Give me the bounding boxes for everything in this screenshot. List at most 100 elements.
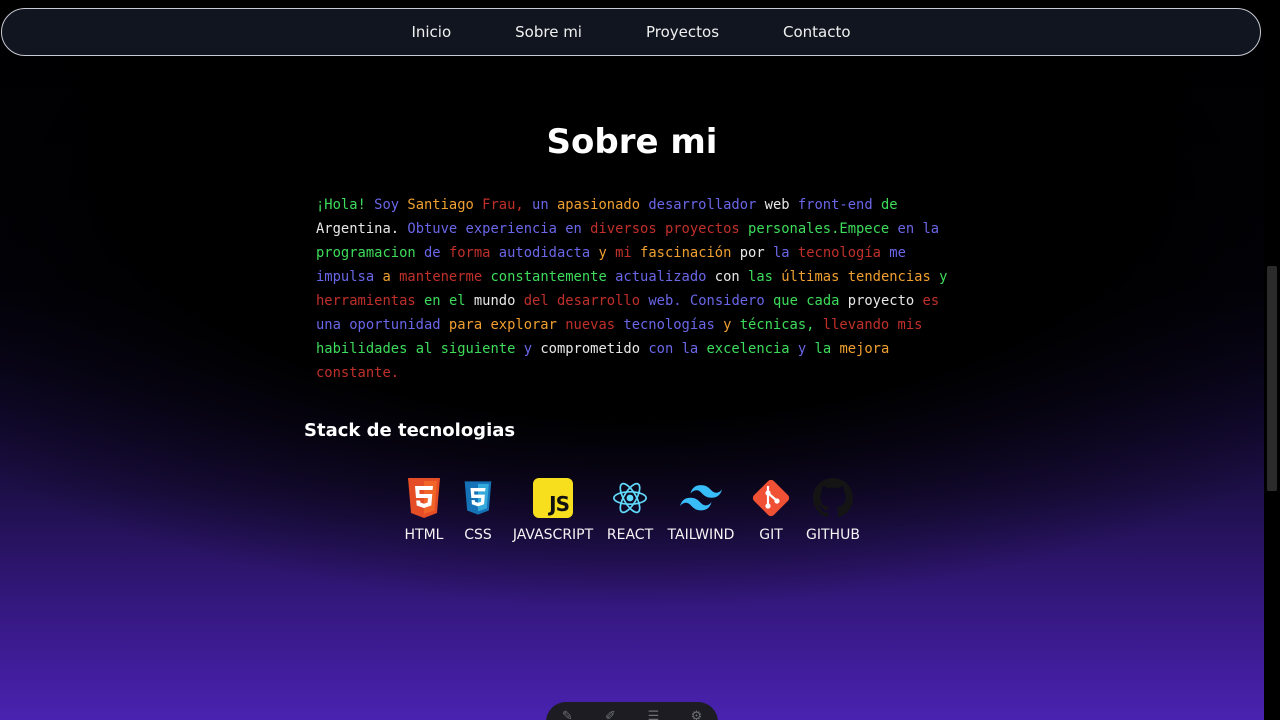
html5-icon [403, 477, 445, 519]
bio-word: proyectos [664, 221, 740, 237]
bio-word: Considero [689, 293, 765, 309]
nav-link-contacto[interactable]: Contacto [783, 23, 851, 41]
bio-word: el [448, 293, 466, 309]
tech-item-react[interactable]: REACT [607, 477, 653, 543]
bio-word: la [681, 341, 699, 357]
bio-word: diversos [590, 221, 657, 237]
bio-word: comprometido [540, 341, 641, 357]
stack-title: Stack de tecnologias [304, 420, 516, 441]
bio-word: y [797, 341, 807, 357]
gear-icon[interactable]: ⚙ [687, 710, 707, 720]
bio-word: siguiente [440, 341, 516, 357]
tech-item-javascript[interactable]: JS JAVASCRIPT [511, 477, 595, 543]
bio-word: fascinación [640, 245, 732, 261]
react-icon [609, 477, 651, 519]
bio-word: la [922, 221, 940, 237]
tech-label-react: REACT [606, 527, 654, 543]
bio-word: al [415, 341, 433, 357]
bio-word: con [648, 341, 674, 357]
tech-item-git[interactable]: GIT [749, 477, 793, 543]
bio-word: llevando [822, 317, 890, 333]
bio-word: constante. [316, 365, 400, 381]
scrollbar-thumb[interactable] [1267, 266, 1277, 491]
bio-word: nuevas [565, 317, 616, 333]
tech-item-html[interactable]: HTML [403, 477, 445, 543]
bio-word: con [714, 269, 740, 285]
bio-word: mundo [473, 293, 516, 309]
bio-word: herramientas [316, 293, 416, 309]
bio-word: en [565, 221, 582, 237]
brush-icon[interactable]: ✐ [601, 710, 621, 720]
tech-label-github: GITHUB [806, 527, 860, 543]
bio-paragraph: ¡Hola! Soy Santiago Frau, un apasionado … [316, 193, 956, 385]
bio-word: las [748, 269, 773, 285]
bio-word: la [814, 341, 832, 357]
bio-word: una [316, 317, 341, 333]
bio-word: tendencias [847, 269, 931, 285]
nav-link-inicio[interactable]: Inicio [411, 23, 451, 41]
tech-item-github[interactable]: GITHUB [805, 477, 861, 543]
navbar: Inicio Sobre mi Proyectos Contacto [1, 8, 1261, 56]
bio-word: de [880, 197, 898, 213]
bio-word: la [772, 245, 790, 261]
tech-item-tailwind[interactable]: TAILWIND [665, 477, 737, 543]
bio-word: habilidades [316, 341, 408, 357]
bio-word: Obtuve [407, 221, 458, 237]
tailwind-icon [680, 477, 722, 519]
bio-word: web [764, 197, 790, 213]
tech-item-css[interactable]: CSS [457, 477, 499, 543]
bio-word: me [889, 245, 906, 261]
tech-label-git: GIT [759, 527, 783, 543]
bio-word: actualizado [615, 269, 707, 285]
nav-link-sobre-mi[interactable]: Sobre mi [515, 23, 582, 41]
git-icon [750, 477, 792, 519]
bio-word: últimas [781, 269, 840, 285]
bio-word: mi [615, 245, 632, 261]
bio-word: forma [448, 245, 491, 261]
tech-label-tailwind: TAILWIND [667, 527, 735, 543]
page: Inicio Sobre mi Proyectos Contacto Sobre… [0, 0, 1264, 720]
bio-word: cada [806, 293, 840, 309]
bio-word: desarrollador [648, 197, 757, 213]
bio-word: tecnologías [623, 317, 715, 333]
bio-word: programacion [316, 245, 416, 261]
bio-word: y [723, 317, 732, 333]
bio-word: constantemente [490, 269, 607, 285]
bio-word: mejora [839, 341, 890, 357]
bio-word: personales.Empece [748, 221, 890, 237]
bio-word: impulsa [316, 269, 375, 285]
bio-word: técnicas, [739, 317, 815, 333]
bio-word: Frau, [482, 197, 524, 213]
bio-word: Soy [374, 197, 400, 213]
bio-word: mantenerme [399, 269, 483, 285]
bio-word: en [897, 221, 915, 237]
bio-word: en [424, 293, 441, 309]
javascript-icon: JS [532, 477, 574, 519]
github-icon [812, 477, 854, 519]
bio-word: proyecto [847, 293, 915, 309]
section-title: Sobre mi [546, 122, 718, 162]
bio-word: experiencia [465, 221, 557, 237]
bio-word: para [448, 317, 483, 333]
bio-word: a [382, 269, 391, 285]
bio-word: front-end [797, 197, 873, 213]
bio-word: del [523, 293, 549, 309]
bio-word: desarrollo [556, 293, 641, 309]
bio-word: de [424, 245, 441, 261]
bio-word: apasionado [556, 197, 641, 213]
menu-icon[interactable]: ☰ [644, 710, 664, 720]
tech-label-html: HTML [404, 527, 444, 543]
tech-label-javascript: JAVASCRIPT [512, 527, 594, 543]
css3-icon [457, 477, 499, 519]
bio-word: un [532, 197, 549, 213]
bio-word: es [922, 293, 940, 309]
bio-word: tecnología [797, 245, 881, 261]
pen-icon[interactable]: ✎ [558, 710, 578, 720]
bio-word: mis [897, 317, 923, 333]
nav-link-proyectos[interactable]: Proyectos [646, 23, 719, 41]
scrollbar[interactable] [1264, 0, 1280, 720]
bio-word: y [523, 341, 533, 357]
tech-label-css: CSS [464, 527, 492, 543]
bio-word: Argentina. [316, 221, 400, 237]
bio-word: ¡Hola! [316, 197, 366, 213]
